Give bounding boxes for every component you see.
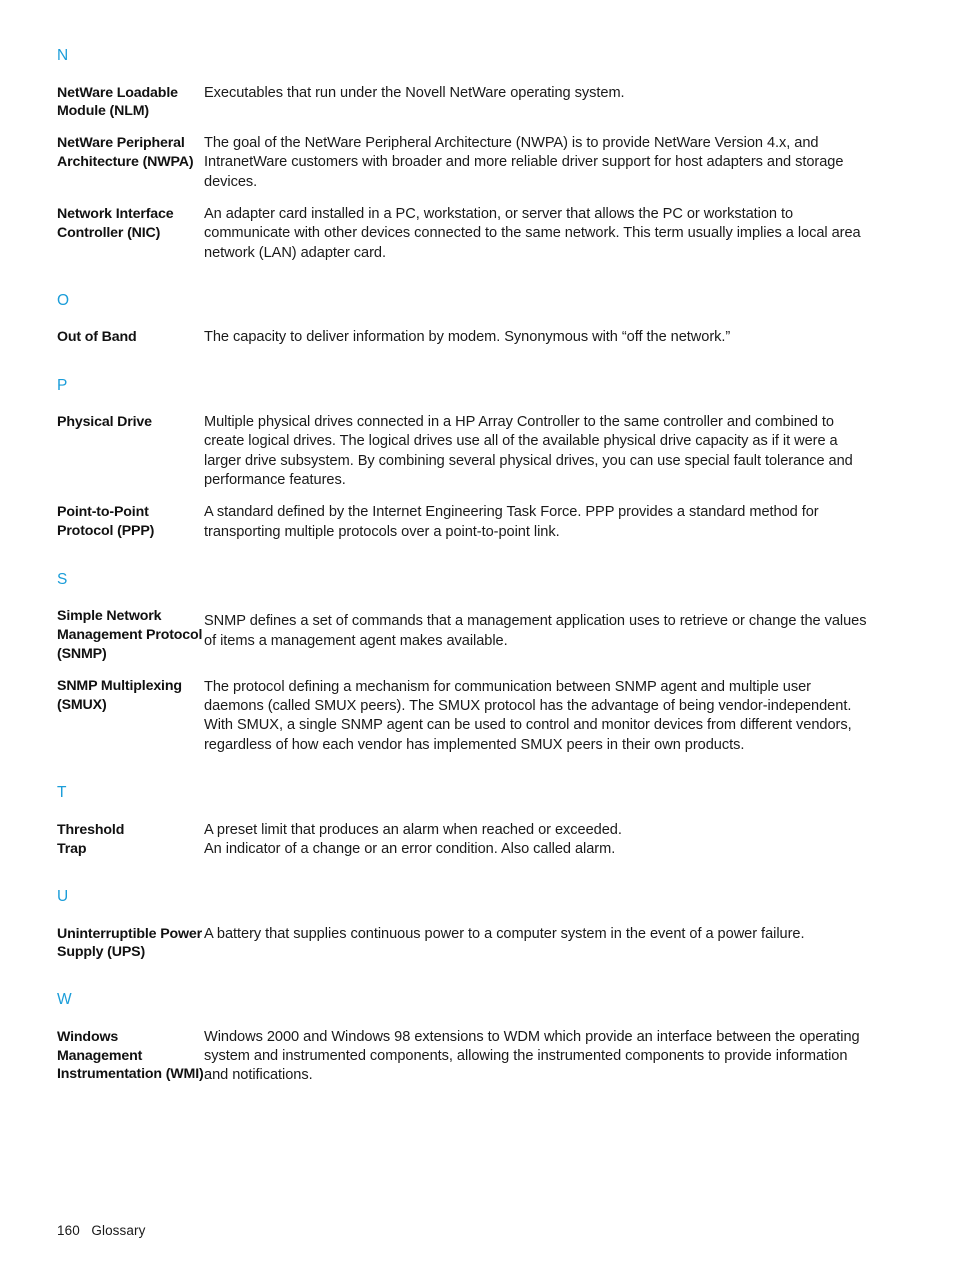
glossary-content: N NetWare Loadable Module (NLM) Executab…	[57, 48, 869, 1086]
glossary-term: Threshold	[57, 821, 125, 838]
glossary-entry: Simple Network Management Protocol (SNMP…	[57, 607, 869, 663]
section-letter-t: T	[57, 784, 67, 802]
glossary-entry: Trap An indicator of a change or an erro…	[57, 840, 869, 859]
glossary-definition: Multiple physical drives connected in a …	[204, 414, 853, 489]
glossary-term: Physical Drive	[57, 414, 152, 431]
glossary-entry: Network Interface Controller (NIC) An ad…	[57, 205, 869, 263]
glossary-entry: Threshold A preset limit that produces a…	[57, 821, 869, 840]
glossary-entry: Uninterruptible Power Supply (UPS) A bat…	[57, 925, 869, 963]
section-letter-w: W	[57, 991, 72, 1009]
glossary-entry: Out of Band The capacity to deliver info…	[57, 328, 869, 347]
glossary-entry: NetWare Peripheral Architecture (NWPA) T…	[57, 134, 869, 192]
glossary-definition: An adapter card installed in a PC, works…	[204, 205, 861, 261]
glossary-term: NetWare Loadable Module (NLM)	[57, 84, 178, 120]
glossary-term: Out of Band	[57, 329, 137, 346]
glossary-term: Point-to-Point Protocol (PPP)	[57, 504, 155, 540]
glossary-entry: NetWare Loadable Module (NLM) Executable…	[57, 84, 869, 122]
glossary-entry: Windows Management Instrumentation (WMI)…	[57, 1028, 869, 1086]
section-letter-p: P	[57, 376, 68, 394]
glossary-term: Windows Management Instrumentation (WMI)	[57, 1028, 204, 1083]
glossary-entry: Physical Drive Multiple physical drives …	[57, 413, 869, 490]
page-footer: 160 Glossary	[57, 1223, 146, 1238]
glossary-definition: A battery that supplies continuous power…	[204, 925, 805, 942]
glossary-definition: Windows 2000 and Windows 98 extensions t…	[204, 1028, 860, 1084]
section-letter-s: S	[57, 570, 68, 588]
glossary-page: N NetWare Loadable Module (NLM) Executab…	[0, 0, 954, 1271]
glossary-definition: The goal of the NetWare Peripheral Archi…	[204, 135, 844, 190]
glossary-definition: The capacity to deliver information by m…	[204, 329, 731, 346]
section-letter-n: N	[57, 47, 69, 64]
glossary-term: NetWare Peripheral Architecture (NWPA)	[57, 135, 194, 170]
glossary-entry: SNMP Multiplexing (SMUX) The protocol de…	[57, 677, 869, 755]
glossary-entry: Point-to-Point Protocol (PPP) A standard…	[57, 503, 869, 542]
glossary-term: Uninterruptible Power Supply (UPS)	[57, 925, 203, 961]
glossary-definition: The protocol defining a mechanism for co…	[204, 678, 852, 753]
glossary-definition: A standard defined by the Internet Engin…	[204, 504, 819, 540]
glossary-definition: SNMP defines a set of commands that a ma…	[204, 613, 867, 649]
glossary-definition: An indicator of a change or an error con…	[204, 840, 616, 857]
glossary-term: Network Interface Controller (NIC)	[57, 205, 174, 241]
section-letter-u: U	[57, 888, 69, 906]
glossary-definition: A preset limit that produces an alarm wh…	[204, 821, 622, 838]
glossary-definition: Executables that run under the Novell Ne…	[204, 84, 625, 101]
glossary-term: SNMP Multiplexing (SMUX)	[57, 677, 182, 713]
section-letter-o: O	[57, 291, 70, 309]
glossary-term: Trap	[57, 840, 87, 857]
glossary-term: Simple Network Management Protocol (SNMP…	[57, 608, 203, 663]
